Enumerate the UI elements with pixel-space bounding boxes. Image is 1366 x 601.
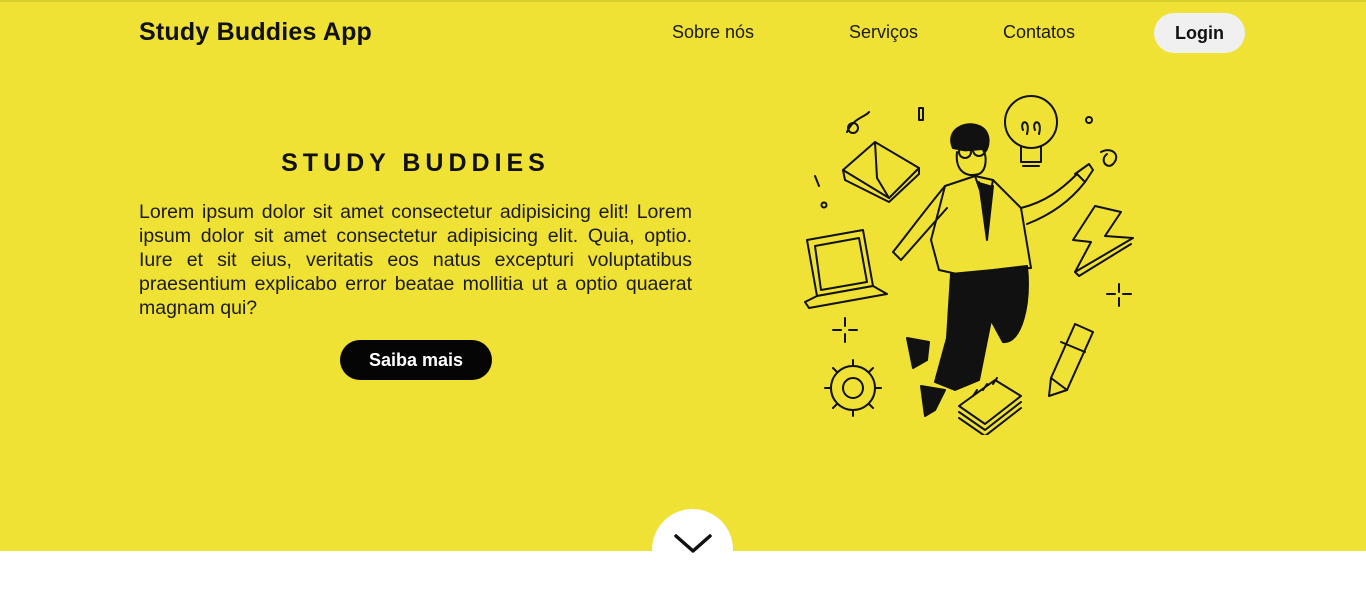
lightning-icon (1072, 205, 1134, 277)
notepad-icon (958, 377, 1022, 435)
scroll-down-button[interactable] (652, 509, 733, 590)
nav-link-contatos[interactable]: Contatos (1003, 22, 1075, 43)
book-icon (842, 141, 920, 203)
gear-icon (824, 359, 882, 417)
lightbulb-icon (1004, 95, 1058, 167)
nav-link-servicos[interactable]: Serviços (849, 22, 918, 43)
nav-link-sobre-nos[interactable]: Sobre nós (672, 22, 754, 43)
laptop-icon (804, 229, 888, 309)
pencil-icon (1048, 323, 1094, 397)
brand-logo-text[interactable]: Study Buddies App (139, 18, 372, 47)
student-illustration (804, 95, 1134, 435)
hero-section: Study Buddies App Sobre nós Serviços Con… (0, 0, 1366, 590)
chevron-down-icon (673, 534, 712, 553)
login-button[interactable]: Login (1154, 13, 1245, 53)
hero-title: STUDY BUDDIES (281, 149, 550, 177)
saiba-mais-button[interactable]: Saiba mais (340, 340, 492, 380)
hero-description: Lorem ipsum dolor sit amet consectetur a… (139, 201, 692, 319)
